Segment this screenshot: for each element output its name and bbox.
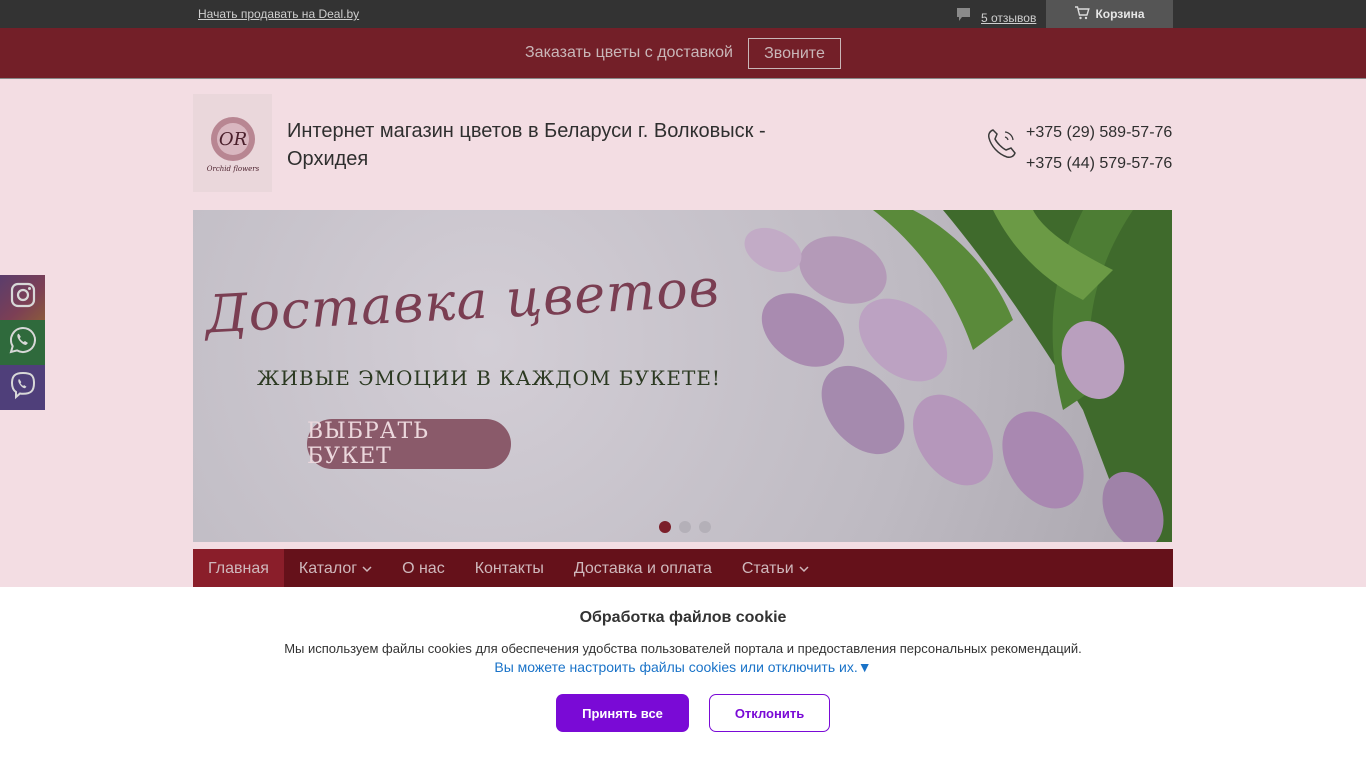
- phone-number-2[interactable]: +375 (44) 579-57-76: [1026, 148, 1172, 179]
- slide-dot-2[interactable]: [679, 521, 691, 533]
- nav-item-label: Каталог: [298, 560, 358, 577]
- viber-button[interactable]: [0, 365, 45, 410]
- accept-all-button[interactable]: Принять все: [556, 694, 689, 732]
- phone-list: +375 (29) 589-57-76 +375 (44) 579-57-76: [1026, 117, 1172, 179]
- cookie-settings-link[interactable]: Вы можете настроить файлы cookies или от…: [0, 659, 1366, 675]
- call-button[interactable]: Звоните: [748, 38, 841, 69]
- phone-number-1[interactable]: +375 (29) 589-57-76: [1026, 117, 1172, 148]
- slide-dot-1[interactable]: [659, 521, 671, 533]
- cookie-title: Обработка файлов cookie: [579, 609, 787, 626]
- phone-icon: [985, 126, 1019, 165]
- banner-subtitle: ЖИВЫЕ ЭМОЦИИ В КАЖДОМ БУКЕТЕ!: [257, 366, 721, 390]
- nav-item-catalog[interactable]: Каталог: [284, 549, 387, 589]
- cookie-text: Мы используем файлы cookies для обеспече…: [284, 641, 1082, 656]
- decline-button[interactable]: Отклонить: [709, 694, 830, 732]
- promo-strip: Заказать цветы с доставкой Звоните: [0, 28, 1366, 79]
- reviews-link[interactable]: 5 отзывов: [956, 7, 1036, 28]
- chevron-down-icon: [799, 560, 809, 578]
- viber-icon: [8, 370, 38, 405]
- logo[interactable]: OR Orchid flowers: [193, 94, 272, 192]
- cookie-banner: Обработка файлов cookie Мы используем фа…: [0, 587, 1366, 768]
- nav-item-label: Контакты: [474, 560, 544, 577]
- reviews-label: 5 отзывов: [981, 10, 1037, 25]
- cart-button[interactable]: Корзина: [1046, 0, 1173, 28]
- nav-item-label: Статьи: [741, 560, 794, 577]
- nav-item-delivery[interactable]: Доставка и оплата: [559, 549, 727, 589]
- instagram-icon: [9, 281, 37, 314]
- top-bar: Начать продавать на Deal.by 5 отзывов Ко…: [0, 0, 1366, 28]
- slider-dots: [659, 521, 711, 533]
- whatsapp-icon: [8, 325, 38, 360]
- start-selling-link[interactable]: Начать продавать на Deal.by: [198, 7, 359, 21]
- site-title: Интернет магазин цветов в Беларуси г. Во…: [287, 120, 766, 170]
- nav-item-home[interactable]: Главная: [193, 549, 284, 589]
- whatsapp-button[interactable]: [0, 320, 45, 365]
- instagram-button[interactable]: [0, 275, 45, 320]
- svg-text:OR: OR: [218, 129, 246, 150]
- choose-bouquet-button[interactable]: ВЫБРАТЬ БУКЕТ: [307, 419, 511, 469]
- nav-item-contacts[interactable]: Контакты: [460, 549, 559, 589]
- logo-text: Orchid flowers: [206, 165, 259, 173]
- nav-item-about[interactable]: О нас: [387, 549, 460, 589]
- hero-banner[interactable]: Доставка цветов ЖИВЫЕ ЭМОЦИИ В КАЖДОМ БУ…: [193, 210, 1172, 542]
- comment-icon: [956, 7, 971, 28]
- slide-dot-3[interactable]: [699, 521, 711, 533]
- nav-item-label: Доставка и оплата: [573, 560, 712, 577]
- chevron-down-icon: [362, 560, 372, 578]
- promo-text: Заказать цветы с доставкой: [525, 44, 733, 61]
- main-nav: Главная Каталог О нас Контакты Доставка …: [193, 549, 1173, 589]
- nav-item-label: Главная: [208, 560, 269, 577]
- cart-label: Корзина: [1095, 7, 1145, 21]
- nav-item-articles[interactable]: Статьи: [727, 549, 824, 589]
- nav-item-label: О нас: [402, 560, 445, 577]
- cart-icon: [1074, 5, 1091, 23]
